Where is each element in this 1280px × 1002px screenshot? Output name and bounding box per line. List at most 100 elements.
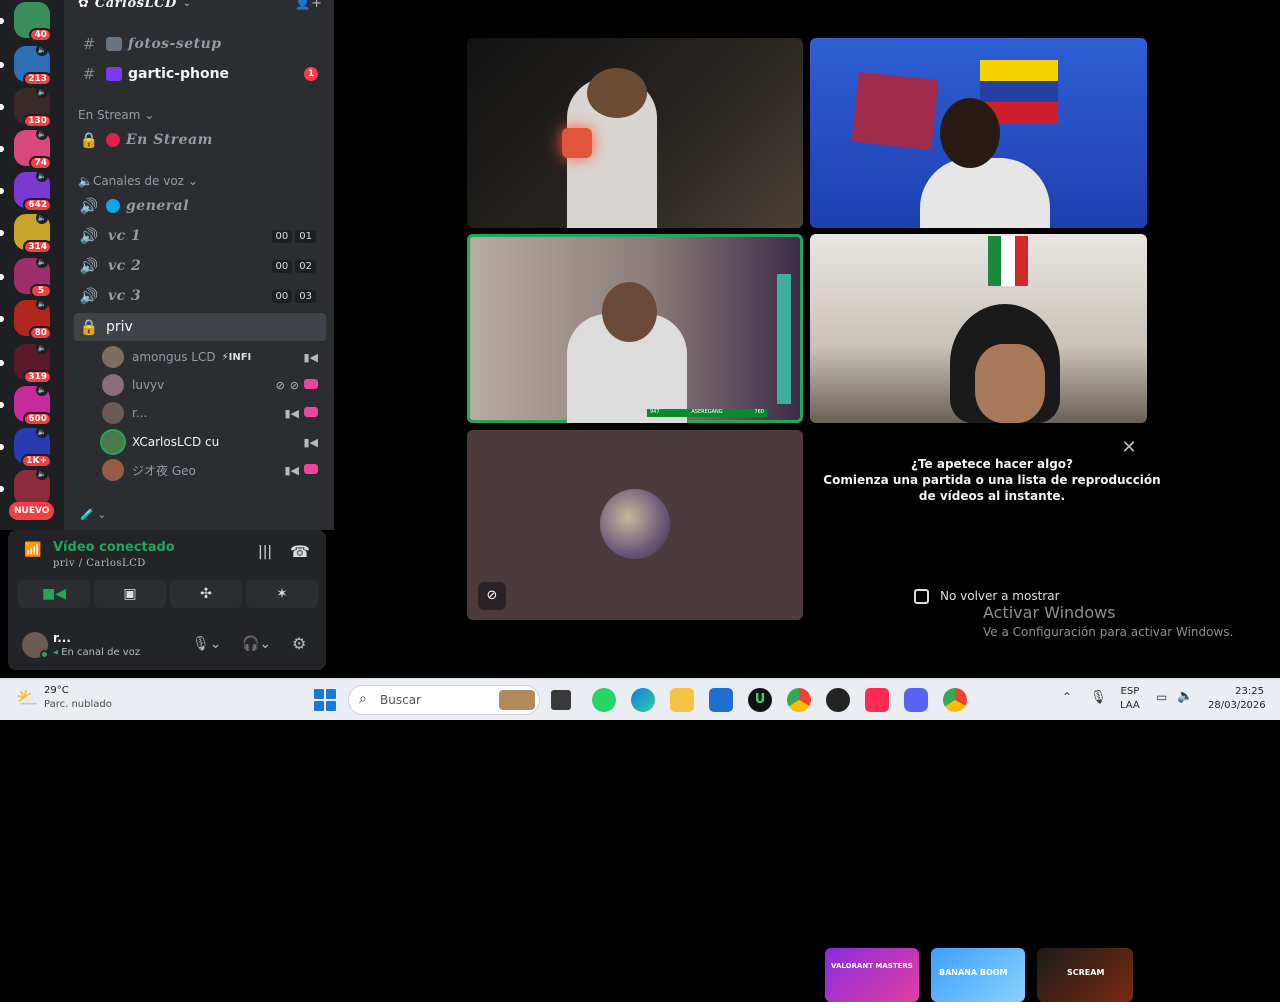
store-icon[interactable] xyxy=(709,688,733,712)
discord-icon[interactable] xyxy=(904,688,928,712)
voice-location[interactable]: priv / CarlosLCD xyxy=(53,558,146,569)
voice-channel-vc1[interactable]: 🔊 vc 1 00 01 xyxy=(74,222,326,250)
server-icon[interactable]: 🔈 xyxy=(0,468,50,506)
whatsapp-icon[interactable] xyxy=(592,688,616,712)
camera-button[interactable]: ■◀ xyxy=(18,580,90,608)
server-icon[interactable]: 🔈 314 xyxy=(0,212,52,254)
voice-channel-vc2[interactable]: 🔊 vc 2 00 02 xyxy=(74,252,326,280)
activity-text: ¿Te apetece hacer algo? Comienza una par… xyxy=(810,456,1174,504)
video-tile-4[interactable] xyxy=(810,234,1147,423)
settings-gear-icon[interactable]: ⚙ xyxy=(292,634,306,653)
headphones-icon[interactable]: 🎧⌄ xyxy=(242,636,271,652)
overlay-value-mid: ASEREGANG xyxy=(691,409,723,415)
avatar xyxy=(102,374,124,396)
channel-gartic-phone[interactable]: # gartic-phone 1 xyxy=(74,60,326,88)
server-icon[interactable]: 🔈 1K+ xyxy=(0,426,52,468)
server-icon[interactable]: 🔈 130 xyxy=(0,86,52,128)
add-friend-icon[interactable]: 👤+ xyxy=(295,0,322,11)
unread-indicator xyxy=(0,444,4,450)
collapsed-category[interactable]: 🧪 ⌄ xyxy=(80,508,106,521)
channel-en-stream[interactable]: 🔒 En Stream xyxy=(74,126,326,154)
category-en-stream[interactable]: En Stream ⌄ xyxy=(78,108,154,122)
video-tile-2[interactable] xyxy=(810,38,1147,228)
microphone-icon[interactable]: 🎙⌄ xyxy=(192,636,222,652)
video-tile-5-camera-off[interactable]: ⊘ xyxy=(467,430,803,620)
screen-share-off-icon[interactable]: ⊘ xyxy=(478,582,506,610)
voice-member[interactable]: r... ▮◀ xyxy=(102,400,322,426)
video-tile-1[interactable] xyxy=(467,38,803,228)
soundboard-button[interactable]: ✶ xyxy=(246,580,318,608)
weather-icon[interactable]: ⛅ xyxy=(16,688,40,710)
language-code: ESP xyxy=(1120,686,1140,697)
server-icon[interactable]: 🔈 642 xyxy=(0,170,52,212)
user-status: ◂ En canal de voz xyxy=(53,647,140,658)
flag-stripe xyxy=(988,236,1002,286)
activities-button[interactable]: ✣ xyxy=(170,580,242,608)
guild-header[interactable]: ✿ CarlosLCD ⌄ xyxy=(78,0,191,11)
voice-member[interactable]: luvyv ⊘ ⊘ xyxy=(102,372,322,398)
channel-fotos-setup[interactable]: # fotos-setup xyxy=(74,30,326,58)
volume-icon[interactable]: 🔈 xyxy=(1177,689,1193,704)
tiktok-icon[interactable] xyxy=(865,688,889,712)
server-icon[interactable]: 🔈 74 xyxy=(0,128,52,170)
member-status-icons: ▮◀ xyxy=(303,351,318,364)
speaker-icon: 🔈 xyxy=(78,174,93,188)
game-card-banana[interactable]: BANANA BOOM xyxy=(931,948,1025,1002)
overlay-value-right: 760 xyxy=(754,409,764,415)
video-tile-3-speaking[interactable]: 947 ASEREGANG 760 xyxy=(467,234,803,423)
camera-icon: ▮◀ xyxy=(303,435,318,449)
mention-count-badge: 314 xyxy=(23,240,52,254)
voice-member[interactable]: ジオ夜 Geo ▮◀ xyxy=(102,457,322,483)
user-count: 00 xyxy=(271,289,293,303)
voice-member[interactable]: amongus LCD ⚡INFI ▮◀ xyxy=(102,344,322,370)
noise-suppression-icon[interactable]: ||| xyxy=(258,544,272,560)
speaker-icon: 🔈 xyxy=(36,342,48,354)
activation-subtitle: Ve a Configuración para activar Windows. xyxy=(983,625,1234,639)
speaker-icon: 🔈 xyxy=(36,256,48,268)
network-icon[interactable]: ▭ xyxy=(1156,690,1167,704)
category-voice[interactable]: 🔈Canales de voz ⌄ xyxy=(78,174,198,188)
clock[interactable]: 23:25 28/03/2026 xyxy=(1208,685,1266,713)
member-status-icons: ▮◀ xyxy=(303,436,318,449)
game-card-valorant[interactable]: VALORANT MASTERS xyxy=(825,948,919,1002)
server-icon[interactable]: 🔈 213 xyxy=(0,44,52,86)
language-indicator[interactable]: ESP LAA xyxy=(1120,685,1140,713)
voice-member[interactable]: XCarlosLCD cu ▮◀ xyxy=(102,429,322,455)
close-icon[interactable]: ✕ xyxy=(1119,438,1139,458)
upwork-icon[interactable]: U xyxy=(748,688,772,712)
avatar xyxy=(102,402,124,424)
screen-share-button[interactable]: ▣ xyxy=(94,580,166,608)
game-card-scream[interactable]: SCREAM xyxy=(1037,948,1133,1002)
dont-show-checkbox[interactable] xyxy=(914,589,929,604)
server-icon[interactable]: 🔈 600 xyxy=(0,384,52,426)
taskbar-search[interactable]: ⌕ Buscar xyxy=(348,685,540,715)
mention-count-badge: 600 xyxy=(23,412,52,426)
voice-channel-priv[interactable]: 🔒 priv xyxy=(74,313,326,341)
new-badge[interactable]: NUEVO xyxy=(9,502,55,520)
weather-temp[interactable]: 29°C xyxy=(44,685,69,696)
server-icon[interactable]: 40 xyxy=(0,2,52,42)
channel-emoji xyxy=(106,199,120,213)
member-tag: ⚡INFI xyxy=(221,351,252,363)
edge-icon[interactable] xyxy=(631,688,655,712)
task-view-icon[interactable] xyxy=(551,690,571,710)
file-explorer-icon[interactable] xyxy=(670,688,694,712)
server-icon[interactable]: 🔈 5 xyxy=(0,256,52,298)
unread-indicator xyxy=(0,360,4,366)
user-status-text: En canal de voz xyxy=(61,647,141,658)
avatar xyxy=(102,459,124,481)
microphone-icon[interactable]: 🎙 xyxy=(1090,690,1107,705)
voice-channel-general[interactable]: 🔊 general xyxy=(74,192,326,220)
server-icon[interactable]: 🔈 319 xyxy=(0,342,52,384)
obs-icon[interactable] xyxy=(826,688,850,712)
chevron-up-icon[interactable]: ⌃ xyxy=(1062,690,1072,704)
chrome-profile-icon[interactable] xyxy=(943,688,967,712)
disconnect-icon[interactable]: ☎ xyxy=(290,542,310,561)
user-limit: 00 01 xyxy=(271,229,316,243)
game-title: VALORANT MASTERS xyxy=(831,962,913,970)
server-icon[interactable]: 🔈 80 xyxy=(0,298,52,340)
start-button[interactable] xyxy=(314,689,336,711)
chrome-icon[interactable] xyxy=(787,688,811,712)
speaker-icon: 🔈 xyxy=(36,298,48,310)
voice-channel-vc3[interactable]: 🔊 vc 3 00 03 xyxy=(74,282,326,310)
